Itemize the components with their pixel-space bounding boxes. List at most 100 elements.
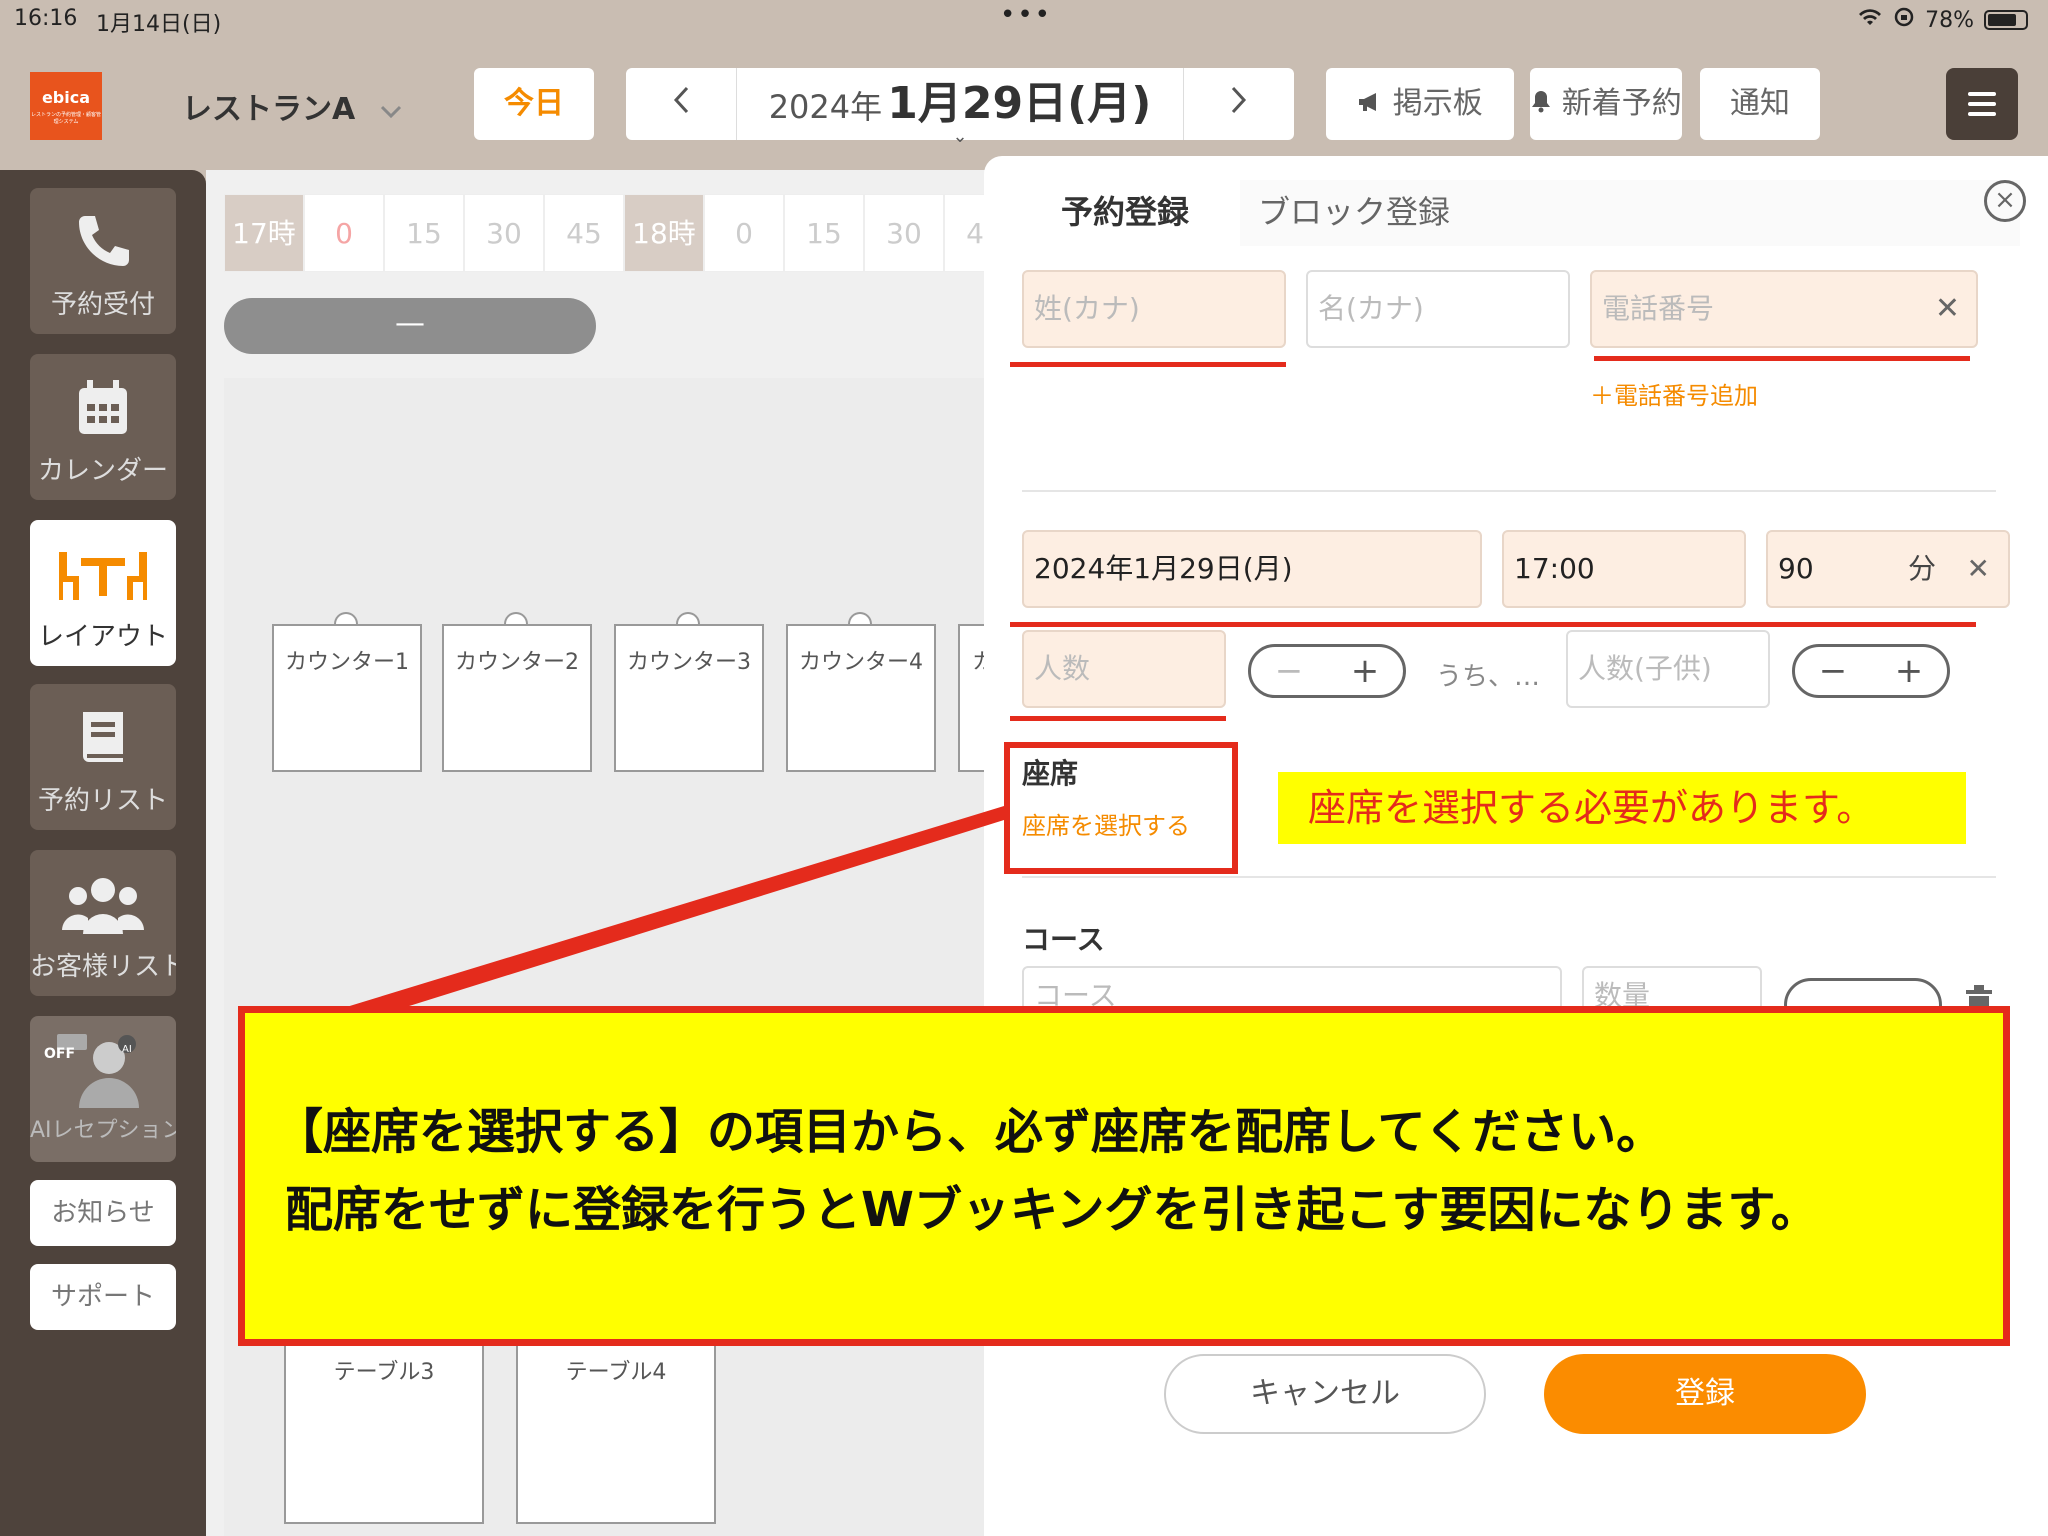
book-icon [30, 706, 176, 774]
sidebar-item-label: 予約リスト [37, 786, 168, 816]
status-date: 1月14日(日) [96, 12, 222, 37]
calendar-icon [30, 376, 176, 444]
wifi-icon [1857, 7, 1883, 33]
people-stepper[interactable]: − + [1248, 644, 1406, 698]
sidebar-item-reservation-intake[interactable]: 予約受付 [30, 188, 176, 334]
prev-date-button[interactable] [626, 68, 736, 140]
time-cell[interactable]: 30 [864, 194, 944, 272]
time-cell[interactable]: 18時 [624, 194, 704, 272]
annotation-line-1: 【座席を選択する】の項目から、必ず座席を配席してください。 [275, 1104, 1665, 1160]
megaphone-icon [1357, 86, 1393, 121]
date-display[interactable]: 2024年 1月29日(月) ⌄ [736, 68, 1184, 146]
plus-icon[interactable]: + [1351, 651, 1380, 691]
logo-text: ebica [41, 88, 91, 107]
clear-duration-icon[interactable]: ✕ [1967, 532, 1990, 606]
seat-table-3[interactable]: テーブル3 [284, 1334, 484, 1524]
phone-icon [30, 210, 176, 278]
time-cell[interactable]: 45 [544, 194, 624, 272]
add-phone-link[interactable]: ＋電話番号追加 [1590, 376, 1758, 411]
chevron-right-icon [1230, 84, 1248, 124]
seat-required-note: 座席を選択する必要があります。 [1278, 772, 1966, 844]
layout-table-icon [30, 542, 176, 610]
ai-reception-icon: OFF AI [30, 1034, 176, 1108]
notification-button[interactable]: 通知 [1700, 68, 1820, 140]
minus-icon[interactable]: − [1819, 651, 1848, 691]
tab-block[interactable]: ブロック登録 [1258, 180, 1498, 244]
time-cell[interactable]: 0 [704, 194, 784, 272]
sidebar-item-label: お客様リスト [30, 952, 176, 982]
seat-table-4[interactable]: テーブル4 [516, 1334, 716, 1524]
ebica-logo: ebica レストランの予約管理・顧客管理システム [30, 72, 102, 140]
date-month-day: 1月29日(月) [887, 78, 1152, 129]
date-navigator: 2024年 1月29日(月) ⌄ [626, 68, 1294, 146]
customers-icon [30, 872, 176, 940]
tab-reservation[interactable]: 予約登録 [1010, 180, 1240, 244]
multitask-dots[interactable]: ••• [1000, 0, 1052, 30]
time-cell[interactable]: 17時 [224, 194, 304, 272]
section-divider [1022, 876, 1996, 878]
main-annotation-note: 【座席を選択する】の項目から、必ず座席を配席してください。 配席をせずに登録を行… [238, 1006, 2010, 1346]
duration-value: 90 [1778, 552, 1814, 585]
annotation-line-2: 配席をせずに登録を行うとWブッキングを引き起こす要因になります。 [285, 1182, 1819, 1238]
orientation-lock-icon [1893, 6, 1915, 34]
seat-highlight-box [1004, 742, 1238, 874]
sidebar-item-reservation-list[interactable]: 予約リスト [30, 684, 176, 830]
submit-button[interactable]: 登録 [1544, 1354, 1866, 1434]
time-input[interactable]: 17:00 [1502, 530, 1746, 608]
close-panel-button[interactable]: × [1984, 180, 2026, 222]
seat-counter-3[interactable]: カウンター3 [614, 624, 764, 772]
logo-subtext: レストランの予約管理・顧客管理システム [30, 112, 101, 125]
sidebar-item-layout[interactable]: レイアウト [30, 520, 176, 666]
battery-percent: 78% [1925, 7, 1974, 33]
section-divider [1022, 490, 1996, 492]
of-which-label: うち、… [1436, 662, 1541, 692]
ai-badge-label: AI [122, 1044, 132, 1055]
required-underline [1010, 622, 1976, 627]
seat-counter-4[interactable]: カウンター4 [786, 624, 936, 772]
phone-input[interactable]: 電話番号 ✕ [1590, 270, 1978, 348]
required-underline [1010, 716, 1226, 721]
new-reservations-button[interactable]: 新着予約 [1530, 68, 1682, 140]
phone-placeholder: 電話番号 [1602, 292, 1715, 325]
sidebar-item-customer-list[interactable]: お客様リスト [30, 850, 176, 996]
people-count-input[interactable]: 人数 [1022, 630, 1226, 708]
sidebar-item-ai-reception[interactable]: OFF AI AIレセプション [30, 1016, 176, 1162]
required-underline [1010, 362, 1286, 367]
time-cell[interactable]: 0 [304, 194, 384, 272]
children-count-input[interactable]: 人数(子供) [1566, 630, 1770, 708]
clear-phone-icon[interactable]: ✕ [1935, 272, 1960, 346]
cancel-button[interactable]: キャンセル [1164, 1354, 1486, 1434]
minus-icon[interactable]: − [1275, 651, 1304, 691]
new-reservations-label: 新着予約 [1561, 86, 1682, 121]
today-button[interactable]: 今日 [474, 68, 594, 140]
duration-input[interactable]: 90 分 ✕ [1766, 530, 2010, 608]
seat-counter-1[interactable]: カウンター1 [272, 624, 422, 772]
timeline-bar: 17時 0 15 30 45 18時 0 15 30 45 [224, 194, 1024, 274]
date-year: 2024年 [768, 88, 883, 126]
date-input[interactable]: 2024年1月29日(月) [1022, 530, 1482, 608]
course-label: コース [1022, 923, 1105, 956]
duration-unit: 分 [1908, 552, 1937, 585]
time-cell[interactable]: 15 [784, 194, 864, 272]
support-button[interactable]: サポート [30, 1264, 176, 1330]
battery-icon [1984, 10, 2028, 30]
chevron-left-icon [672, 84, 690, 124]
timeline-slider-pill[interactable]: — [224, 298, 596, 354]
news-button[interactable]: お知らせ [30, 1180, 176, 1246]
plus-icon[interactable]: + [1895, 651, 1924, 691]
seat-counter-2[interactable]: カウンター2 [442, 624, 592, 772]
sidebar-item-label: 予約受付 [50, 290, 155, 320]
time-cell[interactable]: 15 [384, 194, 464, 272]
hamburger-menu-button[interactable] [1946, 68, 2018, 140]
children-stepper[interactable]: − + [1792, 644, 1950, 698]
bulletin-board-button[interactable]: 掲示板 [1326, 68, 1514, 140]
restaurant-selector[interactable]: レストランA [182, 84, 402, 128]
last-name-kana-input[interactable]: 姓(カナ) [1022, 270, 1286, 348]
close-icon: × [1994, 185, 2016, 215]
sidebar-item-label: AIレセプション [30, 1118, 176, 1143]
first-name-kana-input[interactable]: 名(カナ) [1306, 270, 1570, 348]
sidebar-item-calendar[interactable]: カレンダー [30, 354, 176, 500]
restaurant-name: レストランA [182, 92, 356, 127]
next-date-button[interactable] [1184, 68, 1294, 140]
time-cell[interactable]: 30 [464, 194, 544, 272]
